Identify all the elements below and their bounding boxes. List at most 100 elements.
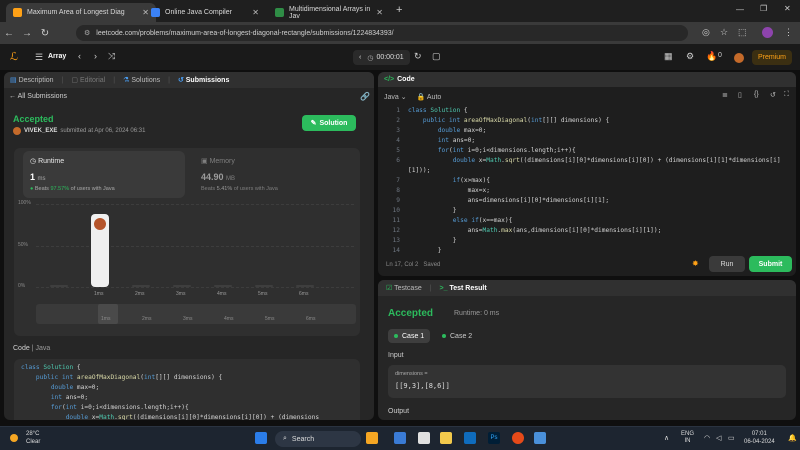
news-widget-icon[interactable] xyxy=(366,432,378,444)
username[interactable]: VIVEK_EXE xyxy=(24,128,57,134)
braces-icon[interactable]: {} xyxy=(754,91,759,98)
tab-testcase[interactable]: ☑ Testcase xyxy=(386,284,422,292)
code-line[interactable]: 1 class Solution { xyxy=(378,107,796,117)
maximize-icon[interactable]: ❐ xyxy=(760,4,767,13)
code-line[interactable]: 3 double max=0; xyxy=(378,127,796,137)
code-line[interactable]: 10 } xyxy=(378,207,796,217)
layout-icon[interactable]: ▦ xyxy=(664,51,673,62)
battery-icon[interactable]: ▭ xyxy=(728,434,735,442)
weather-sun-icon[interactable] xyxy=(10,434,18,442)
profile-avatar[interactable] xyxy=(762,27,773,38)
reload-icon[interactable]: ↻ xyxy=(36,28,54,39)
browser-tab-arrays[interactable]: Multidimensional Arrays in Jav ✕ xyxy=(268,3,390,22)
file-explorer-icon[interactable] xyxy=(440,432,452,444)
browser-tab-leetcode[interactable]: Maximum Area of Longest Diag ✕ xyxy=(6,3,156,22)
leetcode-logo-icon[interactable]: ℒ xyxy=(10,50,18,63)
prev-problem-icon[interactable]: ‹ xyxy=(78,51,81,61)
reset-code-icon[interactable]: ↺ xyxy=(770,91,776,99)
submit-button[interactable]: Submit xyxy=(749,256,792,272)
tab-test-result[interactable]: >_ Test Result xyxy=(440,285,487,292)
photoshop-icon[interactable]: Ps xyxy=(488,432,500,444)
tab-description[interactable]: ▤ Description xyxy=(10,76,54,84)
code-line[interactable]: 2 public int areaOfMaxDiagonal(int[][] d… xyxy=(378,117,796,127)
runtime-box[interactable]: ◷ Runtime 1 ms ● Beats 97.57% of users w… xyxy=(23,151,185,198)
close-window-icon[interactable]: ✕ xyxy=(784,4,791,13)
notes-icon[interactable]: ▢ xyxy=(432,51,441,62)
task-view-icon[interactable] xyxy=(418,432,430,444)
shuffle-icon[interactable]: ⤨ xyxy=(108,51,115,62)
code-editor[interactable]: 1 class Solution {2 public int areaOfMaxD… xyxy=(378,107,796,257)
code-line[interactable]: 6 double x=Math.sqrt((dimensions[i][0]*d… xyxy=(378,157,796,167)
code-line[interactable]: 12 ans=Math.max(ans,dimensions[i][0]*dim… xyxy=(378,227,796,237)
url-input[interactable]: ⚙ leetcode.com/problems/maximum-area-of-… xyxy=(76,25,688,41)
next-problem-icon[interactable]: › xyxy=(94,51,97,61)
code-line[interactable]: 7 if(x>max){ xyxy=(378,177,796,187)
chart-minimap[interactable]: 1ms 2ms 3ms 4ms 5ms 6ms xyxy=(36,304,356,324)
fullscreen-icon[interactable]: ⛶ xyxy=(784,91,789,99)
notes-app-icon[interactable] xyxy=(534,432,546,444)
tab-solutions[interactable]: ⚗ Solutions xyxy=(123,76,160,84)
problem-list-icon[interactable]: ☰ xyxy=(35,52,43,63)
mail-icon[interactable] xyxy=(464,432,476,444)
system-clock[interactable]: 07:01 06-04-2024 xyxy=(744,430,775,446)
chrome-icon[interactable] xyxy=(512,432,524,444)
tab-editorial[interactable]: ▢ Editorial xyxy=(71,76,105,84)
solution-button[interactable]: ✎ Solution xyxy=(302,115,356,131)
site-info-icon[interactable]: ⚙ xyxy=(84,29,90,37)
format-icon[interactable]: ≣ xyxy=(722,91,728,99)
chart-bar[interactable] xyxy=(132,285,150,287)
chart-bar[interactable] xyxy=(214,285,232,287)
settings-gear-icon[interactable]: ⚙ xyxy=(686,51,694,62)
forward-icon[interactable]: → xyxy=(18,28,36,39)
wifi-icon[interactable]: ◠ xyxy=(704,434,710,442)
case-2-tab[interactable]: Case 2 xyxy=(436,329,478,343)
code-line[interactable]: 8 max=x; xyxy=(378,187,796,197)
code-line[interactable]: 9 ans=dimensions[i][0]*dimensions[i][1]; xyxy=(378,197,796,207)
code-line[interactable]: 4 int ans=0; xyxy=(378,137,796,147)
language-select[interactable]: Java ⌄ xyxy=(384,93,407,101)
chart-bar[interactable] xyxy=(296,285,314,287)
extensions-icon[interactable]: ⬚ xyxy=(738,27,747,38)
share-link-icon[interactable]: 🔗 xyxy=(360,92,370,101)
code-line[interactable]: 5 for(int i=0;i<dimensions.length;i++){ xyxy=(378,147,796,157)
timer-left-icon[interactable]: ‹ xyxy=(359,54,361,61)
close-tab-icon[interactable]: ✕ xyxy=(376,8,383,17)
browser-tab-compiler[interactable]: Online Java Compiler ✕ xyxy=(144,3,266,22)
minimize-icon[interactable]: — xyxy=(736,5,744,14)
chart-bar[interactable] xyxy=(91,213,109,287)
tab-submissions[interactable]: ↺ Submissions xyxy=(178,76,229,84)
chart-bar[interactable] xyxy=(50,285,68,287)
tray-chevron-icon[interactable]: ∧ xyxy=(664,434,669,442)
user-avatar[interactable] xyxy=(734,53,744,63)
code-line[interactable]: 13 } xyxy=(378,237,796,247)
weather-widget[interactable]: 28°C Clear xyxy=(26,430,40,446)
bookmark-icon[interactable]: ▯ xyxy=(738,91,742,99)
windows-start-icon[interactable] xyxy=(255,432,267,444)
chart-bar[interactable] xyxy=(255,285,273,287)
new-tab-icon[interactable]: + xyxy=(396,4,402,16)
eye-off-icon[interactable]: ◎ xyxy=(702,27,710,38)
memory-box[interactable]: ▣ Memory 44.90 MB Beats 5.41% of users w… xyxy=(194,151,354,198)
code-line[interactable]: [1])); xyxy=(378,167,796,177)
reset-timer-icon[interactable]: ↻ xyxy=(414,51,422,62)
close-tab-icon[interactable]: ✕ xyxy=(252,8,259,17)
timer[interactable]: ‹ ◷ 00:00:01 xyxy=(353,50,410,65)
volume-icon[interactable]: ◁ xyxy=(716,434,721,442)
menu-dots-icon[interactable]: ⋮ xyxy=(784,27,793,38)
bookmark-star-icon[interactable]: ☆ xyxy=(720,27,728,38)
language-indicator[interactable]: ENG IN xyxy=(681,431,694,445)
run-button[interactable]: Run xyxy=(709,256,745,272)
case-1-tab[interactable]: Case 1 xyxy=(388,329,431,343)
chart-bar[interactable] xyxy=(173,285,191,287)
all-submissions-link[interactable]: ← All Submissions xyxy=(9,93,67,100)
premium-button[interactable]: Premium xyxy=(752,50,792,65)
back-icon[interactable]: ← xyxy=(0,28,18,39)
copilot-icon[interactable] xyxy=(394,432,406,444)
code-line: class Solution { xyxy=(21,364,81,371)
debug-icon[interactable]: ✸ xyxy=(692,259,699,268)
taskbar-search[interactable]: ⌕ Search xyxy=(275,431,361,447)
notification-bell-icon[interactable]: 🔔 xyxy=(788,434,797,442)
code-line[interactable]: 11 else if(x==max){ xyxy=(378,217,796,227)
fire-streak-icon[interactable]: 🔥 xyxy=(706,51,717,62)
problem-list-title[interactable]: Array xyxy=(48,53,66,60)
